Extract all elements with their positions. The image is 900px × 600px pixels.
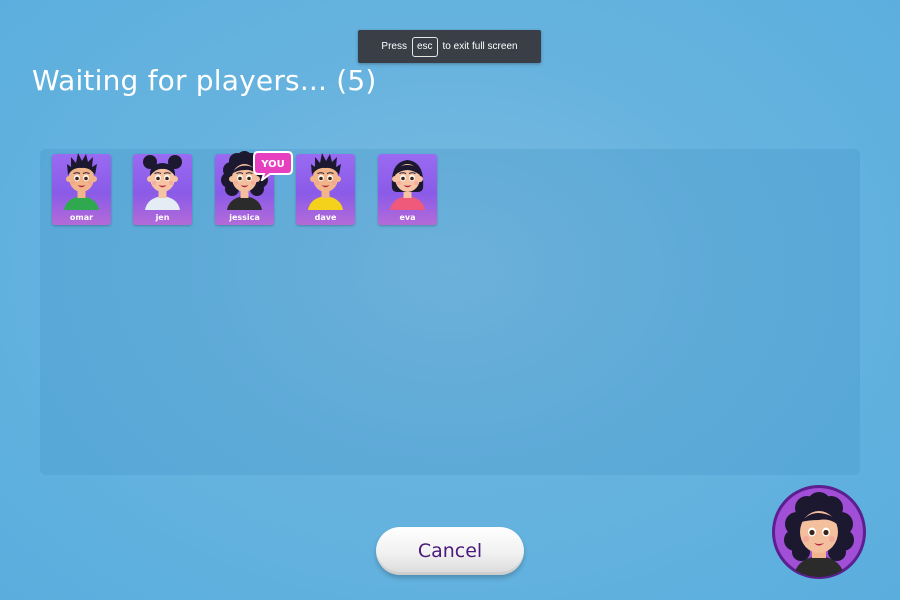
player-card-jen: jen xyxy=(133,154,192,225)
fullscreen-prefix: Press xyxy=(381,41,407,52)
player-card-dave: dave xyxy=(296,153,355,225)
you-badge: YOU xyxy=(253,151,293,181)
player-name: omar xyxy=(69,213,94,222)
esc-key: esc xyxy=(411,36,438,57)
player-card-omar: omar xyxy=(52,153,111,225)
player-name: eva xyxy=(399,213,416,222)
lobby-title: Waiting for players... (5) xyxy=(32,64,377,97)
cancel-button[interactable]: Cancel xyxy=(376,527,524,575)
player-name: jen xyxy=(155,213,170,222)
my-avatar[interactable] xyxy=(771,484,867,580)
player-name: jessica xyxy=(229,213,260,222)
avatar xyxy=(308,153,343,210)
avatar xyxy=(390,160,425,210)
player-card-eva: eva xyxy=(378,154,437,225)
avatar xyxy=(64,153,99,210)
avatar xyxy=(143,155,182,210)
fullscreen-notice: Press esc to exit full screen xyxy=(358,30,541,63)
fullscreen-suffix: to exit full screen xyxy=(442,41,518,52)
player-name: dave xyxy=(314,213,337,222)
you-badge-text: YOU xyxy=(260,159,285,170)
